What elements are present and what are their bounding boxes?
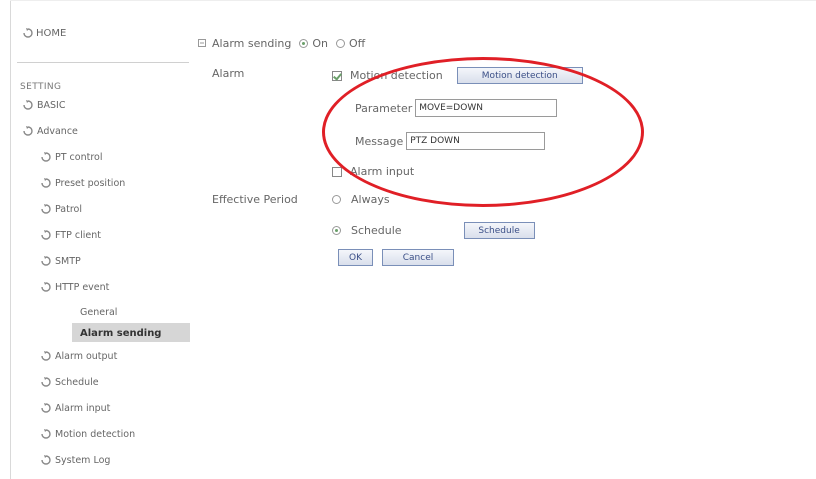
schedule-radio[interactable]	[332, 226, 341, 235]
arrow-refresh-icon	[41, 429, 51, 439]
sidebar-item-label: HTTP event	[55, 281, 110, 293]
sidebar-item-label: PT control	[55, 151, 103, 163]
sidebar-item-label: BASIC	[37, 99, 66, 111]
schedule-row: Schedule Schedule	[332, 222, 535, 239]
alarm-sending-label: Alarm sending	[212, 37, 292, 50]
sidebar-item-smtp[interactable]: SMTP	[41, 253, 81, 269]
home-label: HOME	[36, 27, 67, 39]
always-label: Always	[351, 193, 390, 206]
alarm-label: Alarm	[212, 67, 245, 80]
sidebar-item-label: Preset position	[55, 177, 126, 189]
sidebar-item-label: Motion detection	[55, 428, 136, 440]
schedule-label: Schedule	[351, 224, 402, 237]
sidebar-item-alarm-output[interactable]: Alarm output	[41, 348, 117, 364]
sidebar-item-alarm-input[interactable]: Alarm input	[41, 400, 110, 416]
arrow-refresh-icon	[41, 282, 51, 292]
effective-period-label-row: Effective Period	[212, 193, 298, 206]
arrow-refresh-icon	[41, 178, 51, 188]
home-link[interactable]: HOME	[23, 26, 66, 40]
motion-detection-checkbox[interactable]	[332, 70, 342, 81]
sidebar-item-label: FTP client	[55, 229, 101, 241]
arrow-refresh-icon	[23, 100, 33, 110]
sidebar-item-label: Alarm output	[55, 350, 118, 362]
arrow-refresh-icon	[41, 204, 51, 214]
sidebar-item-alarm-sending[interactable]: Alarm sending	[80, 325, 161, 341]
sidebar-item-label: SMTP	[55, 255, 81, 267]
alarm-label-row: Alarm	[212, 67, 244, 80]
arrow-refresh-icon	[41, 455, 51, 465]
setting-heading: SETTING	[20, 82, 62, 92]
arrow-refresh-icon	[41, 351, 51, 361]
arrow-refresh-icon	[41, 230, 51, 240]
effective-period-label: Effective Period	[212, 193, 298, 206]
arrow-refresh-icon	[41, 152, 51, 162]
alarm-sending-on-radio[interactable]	[299, 39, 309, 48]
arrow-refresh-icon	[41, 377, 51, 387]
alarm-sending-off-label: Off	[348, 37, 366, 50]
sidebar-item-patrol[interactable]: Patrol	[41, 201, 82, 217]
alarm-sending-off-radio[interactable]	[335, 39, 345, 48]
arrow-refresh-icon	[41, 403, 51, 413]
sidebar-item-pt-control[interactable]: PT control	[41, 149, 102, 165]
cancel-button[interactable]: Cancel	[382, 249, 454, 266]
sidebar-item-basic[interactable]: BASIC	[23, 97, 65, 113]
sidebar-item-system-log[interactable]: System Log	[41, 452, 110, 468]
home-icon	[23, 28, 33, 38]
alarm-input-checkbox[interactable]	[332, 166, 342, 177]
sidebar-item-motion-detection[interactable]: Motion detection	[41, 426, 135, 442]
red-highlight-ellipse	[322, 57, 644, 207]
sidebar-item-schedule[interactable]: Schedule	[41, 374, 99, 390]
alarm-sending-on-label: On	[312, 37, 328, 50]
sidebar-item-label: System Log	[55, 454, 111, 466]
sidebar-item-label: Advance	[37, 125, 78, 137]
sidebar-item-http-event[interactable]: HTTP event	[41, 279, 109, 295]
arrow-refresh-icon	[23, 126, 33, 136]
sidebar-item-label: Alarm input	[55, 402, 111, 414]
schedule-button[interactable]: Schedule	[463, 222, 535, 239]
sidebar-item-ftp-client[interactable]: FTP client	[41, 227, 101, 243]
expand-box-icon	[198, 38, 208, 49]
sidebar-item-label: Patrol	[55, 203, 82, 215]
always-radio[interactable]	[332, 195, 341, 204]
sidebar-divider	[17, 62, 189, 63]
sidebar-item-label: Schedule	[55, 376, 99, 388]
sidebar-item-advance[interactable]: Advance	[23, 123, 78, 139]
sidebar-item-general[interactable]: General	[80, 304, 117, 320]
ok-button[interactable]: OK	[338, 249, 373, 266]
alarm-sending-row: Alarm sending On Off	[198, 37, 365, 50]
sidebar-item-preset-position[interactable]: Preset position	[41, 175, 125, 191]
arrow-refresh-icon	[41, 256, 51, 266]
action-buttons-row: OK Cancel	[338, 249, 454, 266]
always-row: Always	[332, 193, 390, 206]
